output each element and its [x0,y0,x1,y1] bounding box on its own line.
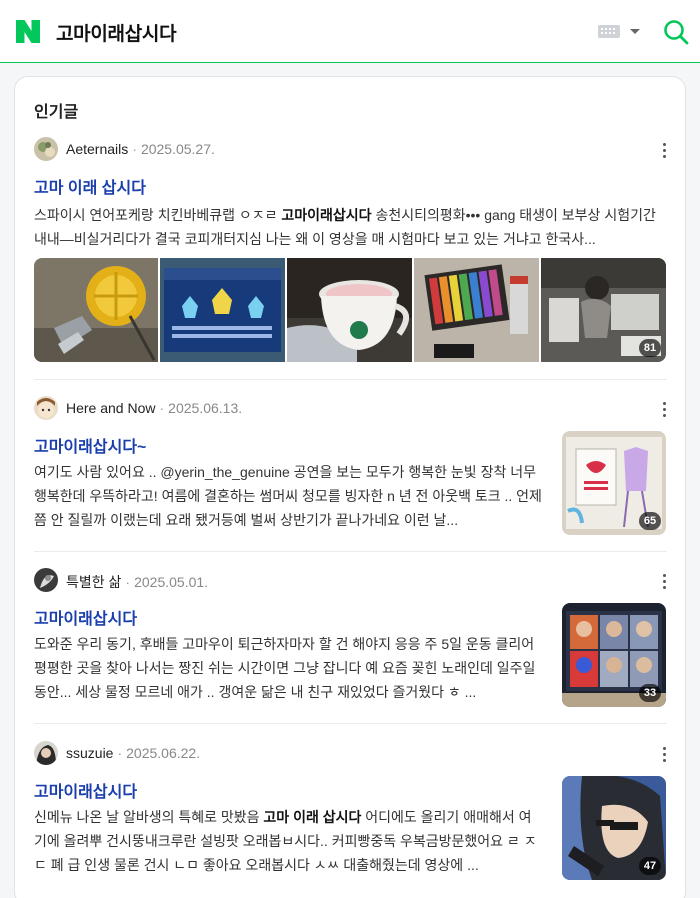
post-thumbnail[interactable]: 33 [562,603,666,707]
post-date: 2025.05.27. [140,141,215,157]
image-count-badge: 33 [639,684,661,702]
post-author-line: 특별한 삶 · 2025.05.01. [66,574,209,590]
more-options-icon[interactable] [663,574,667,590]
image-count-badge: 47 [639,857,661,875]
post-image[interactable] [287,258,412,362]
post-snippet[interactable]: 신메뉴 나온 날 알바생의 특혜로 맛봤음 고마 이래 삽시다 어디에도 올리기… [34,805,544,877]
post-snippet[interactable]: 여기도 사람 있어요 .. @yerin_the_genuine 공연을 보는 … [34,460,544,532]
post-image[interactable] [414,258,539,362]
post-date: 2025.06.13. [168,400,243,416]
post-image-strip[interactable]: 81 [34,258,666,362]
avatar[interactable] [34,741,58,765]
search-header: 고마이래삽시다 [0,0,700,63]
author-name[interactable]: 특별한 삶 [66,574,121,590]
post-thumbnail[interactable]: 47 [562,776,666,880]
author-name[interactable]: ssuzuie [66,745,113,761]
post-title[interactable]: 고마이래삽시다~ [34,433,146,457]
post-author-line: ssuzuie · 2025.06.22. [66,745,201,761]
author-name[interactable]: Here and Now [66,400,156,416]
image-count-badge: 65 [639,512,661,530]
popular-posts-section: 인기글 Aeternails · 2025.05.27. 고마 이래 삽시다 스파이… [14,76,686,898]
post-snippet[interactable]: 도와준 우리 동기, 후배들 고마우이 퇴근하자마자 할 건 해야지 응응 주 … [34,632,544,704]
divider [34,551,667,552]
divider [34,723,667,724]
post-title[interactable]: 고마 이래 삽시다 [34,174,146,198]
naver-logo-icon[interactable] [16,20,40,43]
image-count-badge: 81 [639,339,661,357]
post-author-line: Here and Now · 2025.06.13. [66,400,243,416]
divider [34,379,667,380]
post-title[interactable]: 고마이래삽시다 [34,605,137,629]
avatar[interactable] [34,137,58,161]
search-query-text[interactable]: 고마이래삽시다 [56,19,177,46]
post-image[interactable] [160,258,285,362]
post-thumbnail[interactable]: 65 [562,431,666,535]
keyboard-icon[interactable] [598,25,620,38]
post-title[interactable]: 고마이래삽시다 [34,778,137,802]
search-icon[interactable] [662,18,690,46]
author-name[interactable]: Aeternails [66,141,128,157]
post-date: 2025.05.01. [134,574,209,590]
avatar[interactable] [34,568,58,592]
more-options-icon[interactable] [663,143,667,159]
chevron-down-icon[interactable] [630,29,640,34]
more-options-icon[interactable] [663,402,667,418]
more-options-icon[interactable] [663,747,667,763]
post-image[interactable] [34,258,158,362]
section-title: 인기글 [34,104,79,121]
avatar[interactable] [34,396,58,420]
post-author-line: Aeternails · 2025.05.27. [66,141,215,157]
post-date: 2025.06.22. [126,745,201,761]
post-snippet[interactable]: 스파이시 연어포케랑 치킨바베큐랩 ㅇㅈㄹ 고마이래삽시다 송천시티의평화•••… [34,203,667,251]
